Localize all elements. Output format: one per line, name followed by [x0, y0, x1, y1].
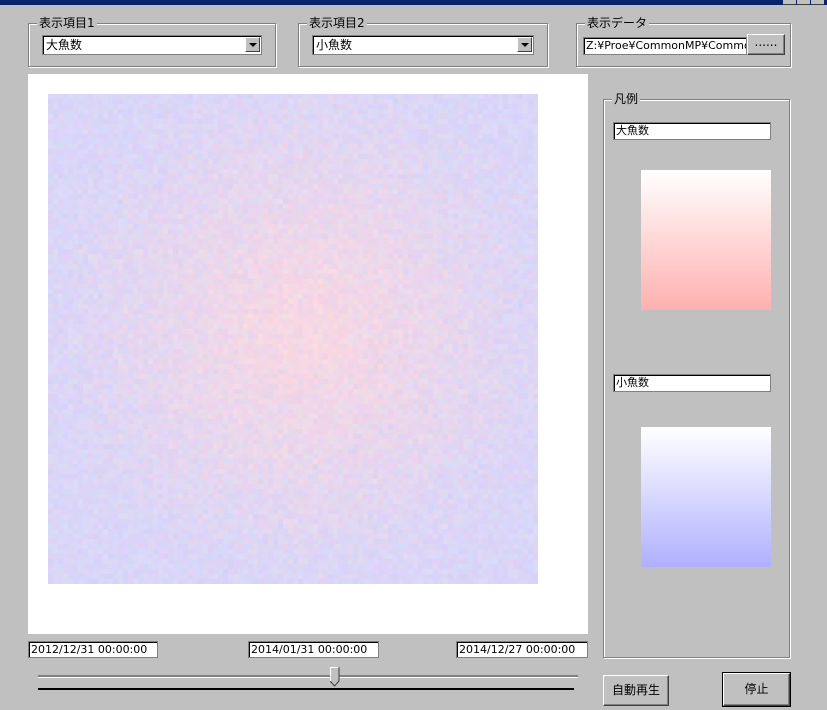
autoplay-button[interactable]: 自動再生: [603, 675, 669, 706]
start-time-field[interactable]: 2012/12/31 00:00:00: [28, 641, 158, 658]
heatmap-canvas: [48, 94, 538, 584]
data-label: 表示データ: [585, 16, 650, 30]
close-button[interactable]: [811, 0, 824, 5]
maximize-button[interactable]: [797, 0, 810, 5]
item2-label: 表示項目2: [307, 16, 367, 30]
chevron-down-icon[interactable]: [517, 37, 532, 52]
item2-combo[interactable]: 小魚数: [312, 35, 534, 55]
data-path-field[interactable]: Z:¥Proe¥CommonMP¥CommonM: [583, 37, 747, 55]
data-group: 表示データ Z:¥Proe¥CommonMP¥CommonM ......: [576, 16, 791, 67]
title-bar: [0, 0, 827, 5]
legend-series2-gradient: [641, 427, 771, 567]
item1-value: 大魚数: [46, 38, 83, 52]
slider-thumb[interactable]: [330, 667, 340, 687]
item1-label: 表示項目1: [37, 16, 97, 30]
legend-series1-name: 大魚数: [613, 122, 771, 140]
end-time-field[interactable]: 2014/12/27 00:00:00: [456, 641, 588, 658]
item1-group: 表示項目1 大魚数: [28, 16, 276, 67]
item2-value: 小魚数: [316, 38, 353, 52]
slider-baseline: [38, 688, 574, 690]
heatmap-panel: [28, 74, 588, 634]
legend-series2-name: 小魚数: [613, 374, 771, 392]
chevron-down-icon[interactable]: [245, 37, 260, 52]
legend-label: 凡例: [612, 92, 641, 106]
browse-button[interactable]: ......: [747, 34, 785, 55]
item2-group: 表示項目2 小魚数: [298, 16, 548, 67]
slider-track[interactable]: [38, 675, 578, 678]
current-time-field[interactable]: 2014/01/31 00:00:00: [248, 641, 379, 658]
legend-series1-gradient: [641, 170, 771, 310]
legend-group: 凡例 大魚数 小魚数: [603, 92, 790, 658]
item1-combo[interactable]: 大魚数: [42, 35, 262, 55]
minimize-button[interactable]: [783, 0, 796, 5]
stop-button[interactable]: 停止: [722, 672, 791, 707]
